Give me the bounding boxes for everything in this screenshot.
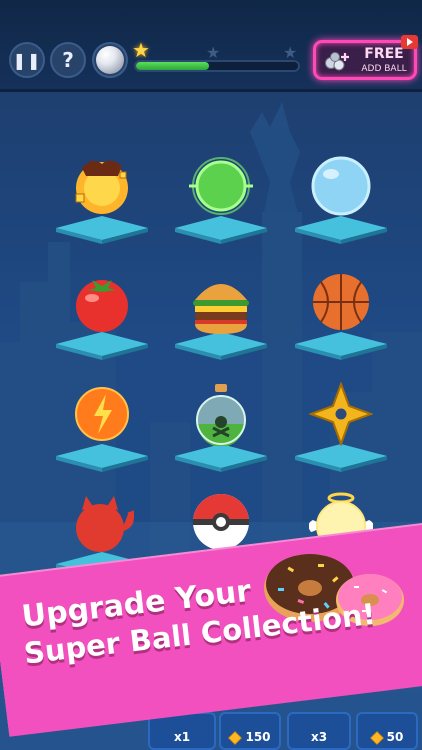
add-ball-icon: [325, 52, 349, 71]
ball-slot-poison-flask-ball[interactable]: [167, 370, 277, 480]
game-screen: ❚❚ ? ★ ★ ★ FREE ADD BALL x1 150 x3 50 Up…: [0, 0, 422, 750]
platform: [175, 444, 267, 472]
ball-slot-shuriken-ball[interactable]: [287, 370, 397, 480]
gem-icon: [228, 731, 243, 745]
tomato-ball-icon: [76, 280, 128, 332]
star-icon-earned: ★: [132, 38, 150, 62]
green-orb-ball-icon: [189, 157, 253, 215]
platform: [56, 444, 148, 472]
pokeball-ball-icon: [193, 494, 249, 550]
video-play-icon: [401, 35, 418, 49]
shop-label: 50: [386, 730, 404, 744]
ball-slot-burger-ball[interactable]: [167, 258, 277, 368]
star-icon-empty: ★: [206, 43, 221, 62]
ball-slot-green-orb-ball[interactable]: [167, 142, 277, 252]
star-icon-empty: ★: [283, 43, 298, 62]
fire-ball-icon: [75, 160, 128, 214]
platform: [175, 332, 267, 360]
pause-button[interactable]: ❚❚: [9, 42, 45, 78]
poison-flask-ball-icon: [196, 384, 246, 446]
pearl-ball-icon: [96, 46, 124, 74]
shop-item-gems-150[interactable]: 150: [219, 712, 281, 750]
basketball-ball-icon: [313, 274, 369, 330]
ball-select-button[interactable]: [92, 42, 128, 78]
gem-icon: [369, 731, 384, 745]
platform: [295, 216, 387, 244]
ball-slot-bubble-ball[interactable]: [287, 142, 397, 252]
shop-label: 150: [245, 730, 271, 744]
shop-item-x3[interactable]: x3: [287, 712, 351, 750]
platform: [56, 332, 148, 360]
help-button[interactable]: ?: [50, 42, 86, 78]
top-bar: ❚❚ ? ★ ★ ★ FREE ADD BALL: [0, 0, 422, 92]
pause-icon: ❚❚: [12, 50, 42, 70]
platform: [175, 216, 267, 244]
platform: [56, 216, 148, 244]
help-label: ?: [62, 48, 74, 72]
ball-slot-basketball-ball[interactable]: [287, 258, 397, 368]
shop-label: x3: [310, 730, 328, 744]
burger-ball-icon: [193, 284, 249, 334]
shop-label: x1: [173, 730, 191, 744]
ball-slot-lightning-ball[interactable]: [48, 370, 158, 480]
ball-slot-fire-ball[interactable]: [48, 142, 158, 252]
level-progress-fill: [136, 62, 209, 70]
platform: [295, 332, 387, 360]
platform: [295, 444, 387, 472]
add-ball-label: ADD BALL: [361, 64, 407, 74]
shop-item-gems-50[interactable]: 50: [356, 712, 418, 750]
ball-slot-tomato-ball[interactable]: [48, 258, 158, 368]
lightning-ball-icon: [75, 387, 129, 441]
devil-ball-icon: [76, 496, 134, 552]
shuriken-ball-icon: [309, 382, 373, 446]
bubble-ball-icon: [311, 156, 371, 216]
